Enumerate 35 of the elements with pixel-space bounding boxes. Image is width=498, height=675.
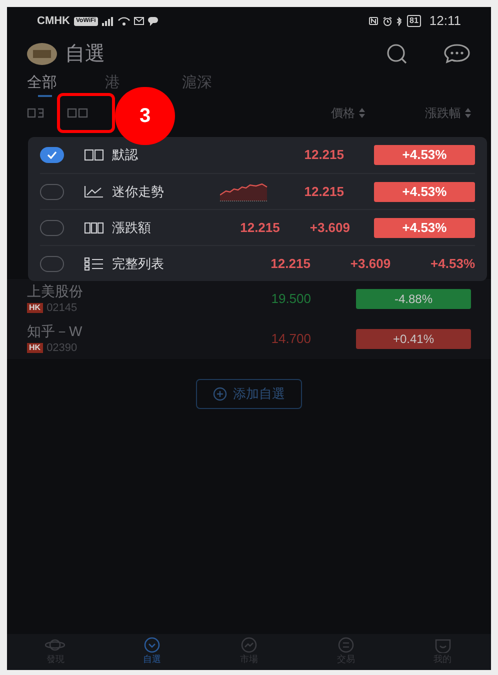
- carrier-label: CMHK: [37, 14, 70, 29]
- tab[interactable]: 全部: [27, 75, 57, 91]
- preview-price: 12.215: [304, 146, 344, 164]
- nav-tab[interactable]: 自選: [104, 637, 201, 667]
- stock-code: 02145: [46, 300, 78, 316]
- stock-price: 19.500: [271, 290, 311, 308]
- preview-price: 12.215: [304, 182, 344, 201]
- preview-percent-badge: +4.53%: [374, 218, 475, 238]
- change-badge: -4.88%: [356, 289, 471, 309]
- preview-price: 12.215: [240, 218, 280, 237]
- battery-icon: 81: [406, 15, 422, 27]
- change-badge: +0.41%: [356, 329, 471, 349]
- view-mode-label[interactable]: 默認: [112, 145, 202, 165]
- preview-change: +3.609: [350, 254, 391, 273]
- step-number-badge: 3: [115, 87, 175, 145]
- stock-price: 14.700: [271, 330, 311, 348]
- stock-name[interactable]: 知乎－W: [27, 322, 82, 340]
- view-mode-label[interactable]: 迷你走勢: [112, 182, 202, 202]
- view-mode-label[interactable]: 漲跌額: [112, 218, 202, 238]
- market-badge: HK: [27, 303, 43, 313]
- stock-name[interactable]: 上美股份: [27, 282, 83, 300]
- preview-price: 12.215: [270, 254, 310, 273]
- preview-percent-badge: +4.53%: [374, 182, 475, 202]
- view-mode-label[interactable]: 完整列表: [112, 254, 202, 274]
- preview-percent: +4.53%: [430, 254, 475, 273]
- market-badge: HK: [27, 343, 43, 353]
- add-watchlist-button[interactable]: 添加自選: [196, 379, 302, 409]
- tab[interactable]: 滬深: [182, 75, 212, 91]
- change-column-header[interactable]: 漲跌幅: [425, 104, 461, 122]
- preview-percent-badge: +4.53%: [374, 145, 475, 165]
- stock-code: 02390: [46, 340, 78, 356]
- price-column-header[interactable]: 價格: [331, 104, 355, 122]
- preview-change: +3.609: [310, 218, 350, 237]
- clock: 12:11: [429, 12, 461, 30]
- page-title: 自選: [65, 42, 105, 67]
